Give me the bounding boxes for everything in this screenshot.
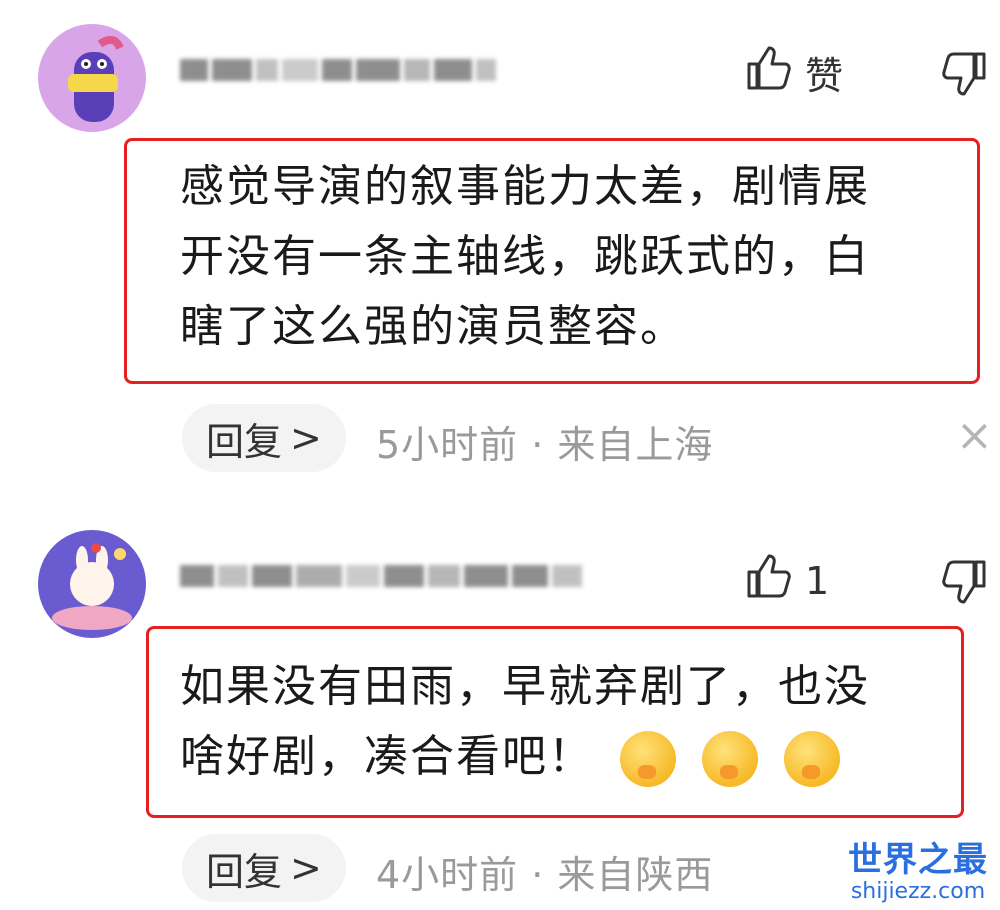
reply-label: 回复 [206,849,283,894]
comment-text: 感觉导演的叙事能力太差，剧情展 开没有一条主轴线，跳跃式的，白 瞎了这么强的演员… [180,152,870,362]
face-emoji-icon [784,731,840,787]
thumbs-up-icon [745,552,793,609]
like-button[interactable]: 1 [745,552,829,609]
username-blurred[interactable] [180,556,582,596]
thumbs-down-icon [940,52,988,102]
chevron-right-icon: > [290,846,322,890]
reply-label: 回复 [206,419,283,464]
reply-button[interactable]: 回复 > [182,834,346,902]
comment-meta: 5小时前 · 来自上海 [376,423,714,467]
like-button[interactable]: 赞 [745,44,843,101]
watermark-logo: 世界之最 shijiezz.com [848,832,988,904]
thumbs-up-icon [745,44,793,101]
avatar[interactable] [38,530,146,638]
thumbs-down-icon [940,560,988,610]
comment-text-line: 瞎了这么强的演员整容。 [180,301,686,352]
like-count: 1 [805,558,830,603]
like-label: 赞 [805,54,844,98]
dislike-button[interactable] [940,50,988,102]
comment-text-line: 感觉导演的叙事能力太差，剧情展 [180,161,870,212]
chevron-right-icon: > [290,416,322,460]
reply-button[interactable]: 回复 > [182,404,346,472]
comment-text-line: 如果没有田雨，早就弃剧了，也没 [180,661,870,712]
comment-text-line: 开没有一条主轴线，跳跃式的，白 [180,231,870,282]
comment-text: 如果没有田雨，早就弃剧了，也没 啥好剧，凑合看吧！ [180,652,870,792]
close-icon[interactable]: × [956,410,993,461]
avatar[interactable] [38,24,146,132]
watermark-sub: shijiezz.com [850,879,986,904]
comment-item: 赞 感觉导演的叙事能力太差，剧情展 开没有一条主轴线，跳跃式的，白 瞎了这么强的… [0,0,1000,500]
dislike-button[interactable] [940,558,988,610]
face-emoji-icon [620,731,676,787]
watermark-main: 世界之最 [848,840,988,880]
comment-text-line: 啥好剧，凑合看吧！ [180,722,870,792]
comment-text-segment: 啥好剧，凑合看吧！ [180,731,594,782]
username-blurred[interactable] [180,50,496,90]
face-emoji-icon [702,731,758,787]
comment-meta: 4小时前 · 来自陕西 [376,853,714,897]
